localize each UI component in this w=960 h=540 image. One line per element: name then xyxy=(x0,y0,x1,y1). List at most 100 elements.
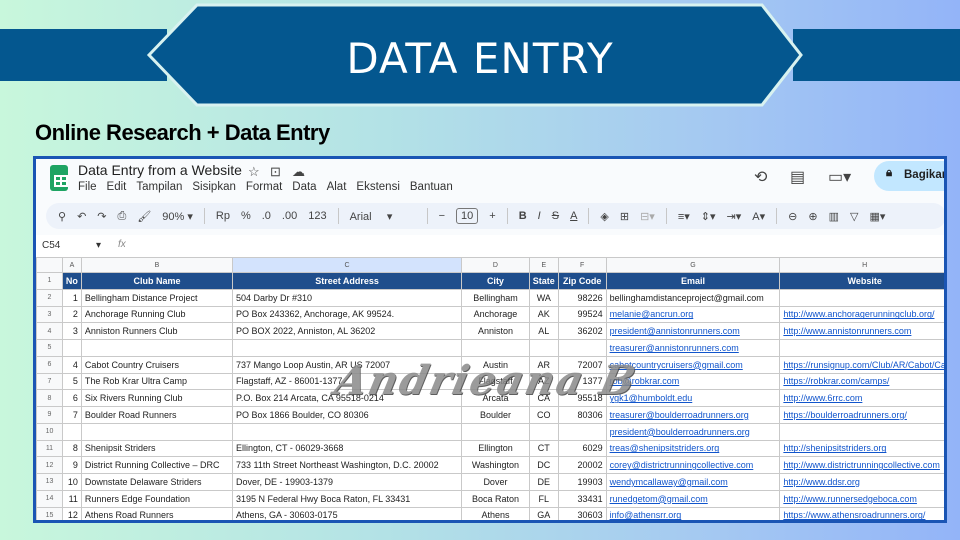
cell-club[interactable] xyxy=(80,339,234,357)
email-value[interactable]: corey@districtrunningcollective.com xyxy=(610,460,754,470)
cell-email[interactable]: treasurer@boulderroadrunners.org xyxy=(605,406,781,424)
cell-zip[interactable]: 98226 xyxy=(557,288,607,307)
cell-web[interactable]: http://www.runnersedgeboca.com xyxy=(779,489,944,508)
version-history-icon[interactable]: ⟲ xyxy=(754,167,767,187)
cell-web[interactable]: https://runsignup.com/Club/AR/Cabot/Ca xyxy=(779,355,944,374)
column-header-d[interactable]: D xyxy=(461,257,530,273)
filter-icon[interactable]: ▽ xyxy=(850,210,858,223)
cell-addr[interactable] xyxy=(231,422,463,441)
email-value[interactable]: treasurer@boulderroadrunners.org xyxy=(610,410,749,420)
header-cell[interactable]: Club Name xyxy=(80,272,234,290)
cell-addr[interactable]: PO Box 243362, Anchorage, AK 99524. xyxy=(231,305,463,324)
cell-city[interactable]: Anniston xyxy=(461,322,530,340)
cell-city[interactable]: Dover xyxy=(461,473,530,491)
bold-button[interactable]: B xyxy=(519,210,527,222)
cell-email[interactable]: treas@shenipsitstriders.org xyxy=(605,439,781,458)
cell-club[interactable]: Cabot Country Cruisers xyxy=(80,355,234,374)
cell-email[interactable]: melanie@ancrun.org xyxy=(605,305,781,324)
cell-email[interactable]: info@athensrr.org xyxy=(605,506,781,520)
cell-zip[interactable]: 36202 xyxy=(557,322,607,340)
menu-item-data[interactable]: Data xyxy=(292,181,316,193)
print-icon[interactable]: ⎙ xyxy=(118,210,127,223)
cell-addr[interactable]: Ellington, CT - 06029-3668 xyxy=(231,439,463,458)
column-header-e[interactable]: E xyxy=(528,257,559,273)
cell-state[interactable]: AL xyxy=(528,322,559,340)
cell-no[interactable]: 7 xyxy=(61,406,82,424)
menu-item-ekstensi[interactable]: Ekstensi xyxy=(356,181,399,193)
cell-city[interactable]: Bellingham xyxy=(461,288,530,307)
cell-no[interactable]: 1 xyxy=(61,288,82,307)
merge-cells-icon[interactable]: ⊟▾ xyxy=(640,210,655,223)
column-header-a[interactable]: A xyxy=(61,257,82,273)
cell-city[interactable]: Washington xyxy=(461,456,530,474)
cell-email[interactable]: corey@districtrunningcollective.com xyxy=(605,456,781,474)
cell-state[interactable]: FL xyxy=(528,489,559,508)
decrease-decimal-button[interactable]: .0 xyxy=(262,210,271,222)
cell-zip[interactable]: 20002 xyxy=(557,456,607,474)
web-value[interactable]: http://www.runnersedgeboca.com xyxy=(783,494,917,504)
cell-addr[interactable]: 3195 N Federal Hwy Boca Raton, FL 33431 xyxy=(231,489,463,508)
search-icon[interactable]: ⚲ xyxy=(58,210,66,223)
cell-state[interactable]: GA xyxy=(528,506,559,520)
font-size-decrease-icon[interactable]: − xyxy=(439,210,445,222)
number-format-button[interactable]: 123 xyxy=(308,210,326,222)
menu-item-tampilan[interactable]: Tampilan xyxy=(136,181,182,193)
cell-web[interactable]: https://www.athensroadrunners.org/ xyxy=(779,506,944,520)
name-box-dropdown-icon[interactable]: ▾ xyxy=(96,240,101,251)
cell-city[interactable]: Boulder xyxy=(461,406,530,424)
header-cell[interactable]: Website xyxy=(779,272,944,290)
cell-club[interactable]: Bellingham Distance Project xyxy=(80,288,234,307)
cell-state[interactable]: DE xyxy=(528,473,559,491)
cell-no[interactable] xyxy=(61,422,82,441)
cell-web[interactable] xyxy=(779,339,944,357)
cell-web[interactable]: http://www.annistonrunners.com xyxy=(779,322,944,340)
paint-format-icon[interactable]: 🖌︎ xyxy=(137,210,151,223)
font-size-input[interactable]: 10 xyxy=(456,208,479,224)
zoom-select[interactable]: 90% ▾ xyxy=(162,210,193,223)
move-folder-icon[interactable]: ⊡ xyxy=(270,164,281,180)
cell-no[interactable]: 9 xyxy=(61,456,82,474)
cell-state[interactable]: CT xyxy=(528,439,559,458)
cell-web[interactable]: https://robkrar.com/camps/ xyxy=(779,372,944,391)
comments-icon[interactable]: ▤ xyxy=(790,167,805,187)
cell-club[interactable]: District Running Collective – DRC xyxy=(80,456,234,474)
cell-addr[interactable]: Athens, GA - 30603-0175 xyxy=(231,506,463,520)
cell-club[interactable]: Boulder Road Runners xyxy=(80,406,234,424)
percent-button[interactable]: % xyxy=(241,210,251,222)
menu-item-sisipkan[interactable]: Sisipkan xyxy=(192,181,235,193)
row-header[interactable]: 3 xyxy=(36,305,63,324)
cloud-status-icon[interactable]: ☁ xyxy=(292,164,305,180)
share-button[interactable]: 🔒︎ Bagikan xyxy=(874,161,944,191)
cell-no[interactable]: 3 xyxy=(61,322,82,340)
header-cell[interactable]: Street Address xyxy=(231,272,463,290)
row-header[interactable]: 2 xyxy=(36,288,63,307)
strikethrough-button[interactable]: S xyxy=(552,210,559,222)
cell-no[interactable]: 12 xyxy=(61,506,82,520)
cell-email[interactable]: treasurer@annistonrunners.com xyxy=(605,339,781,357)
cell-city[interactable]: Boca Raton xyxy=(461,489,530,508)
cell-no[interactable]: 2 xyxy=(61,305,82,324)
cell-zip[interactable] xyxy=(557,422,607,441)
filter-views-icon[interactable]: ▦▾ xyxy=(869,210,885,223)
cell-addr[interactable]: 504 Darby Dr #310 xyxy=(231,288,463,307)
cell-no[interactable]: 6 xyxy=(61,389,82,407)
meet-camera-icon[interactable]: ▭▾ xyxy=(828,167,851,187)
cell-email[interactable]: runedgetom@gmail.com xyxy=(605,489,781,508)
row-header[interactable]: 11 xyxy=(36,439,63,458)
menu-item-alat[interactable]: Alat xyxy=(327,181,347,193)
header-cell[interactable]: Zip Code xyxy=(557,272,607,290)
web-value[interactable]: https://runsignup.com/Club/AR/Cabot/Ca xyxy=(783,360,944,370)
redo-icon[interactable]: ↷ xyxy=(97,210,106,223)
cell-zip[interactable]: 80306 xyxy=(557,406,607,424)
menu-item-file[interactable]: File xyxy=(78,181,97,193)
cell-zip[interactable]: 30603 xyxy=(557,506,607,520)
email-value[interactable]: treas@shenipsitstriders.org xyxy=(610,443,720,453)
select-all-corner[interactable] xyxy=(36,257,63,273)
row-header[interactable]: 12 xyxy=(36,456,63,474)
cell-email[interactable]: president@boulderroadrunners.org xyxy=(605,422,781,441)
email-value[interactable]: info@athensrr.org xyxy=(610,510,682,520)
web-value[interactable]: http://www.annistonrunners.com xyxy=(783,326,911,336)
email-value[interactable]: president@annistonrunners.com xyxy=(610,326,740,336)
cell-zip[interactable]: 19903 xyxy=(557,473,607,491)
row-header[interactable]: 8 xyxy=(36,389,63,407)
